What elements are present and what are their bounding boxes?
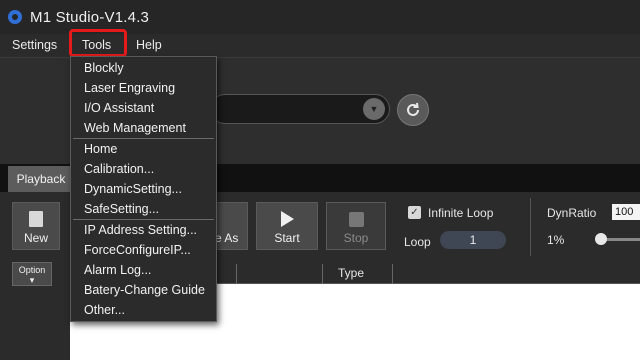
- option-label: Option: [18, 265, 46, 275]
- chevron-down-icon[interactable]: ▼: [363, 98, 385, 120]
- app-logo-icon: [8, 10, 22, 24]
- menu-item-alarm-log[interactable]: Alarm Log...: [84, 263, 151, 277]
- play-icon: [280, 211, 294, 227]
- loop-label: Loop: [404, 235, 431, 249]
- column-separator: [392, 264, 393, 284]
- infinite-loop-label: Infinite Loop: [428, 206, 494, 220]
- new-button-label: New: [23, 231, 48, 245]
- dyn-ratio-field[interactable]: 100: [612, 204, 640, 220]
- menu-separator: [73, 138, 214, 139]
- column-separator: [236, 264, 237, 284]
- menu-item-web-management[interactable]: Web Management: [84, 121, 186, 135]
- new-file-icon: [29, 211, 43, 227]
- menu-item-other[interactable]: Other...: [84, 303, 125, 317]
- refresh-button[interactable]: [397, 94, 429, 126]
- column-separator: [322, 264, 323, 284]
- menu-item-blockly[interactable]: Blockly: [84, 61, 124, 75]
- window-title: M1 Studio-V1.4.3: [30, 8, 150, 26]
- menu-item-dynamic-setting[interactable]: DynamicSetting...: [84, 182, 182, 196]
- refresh-icon: [407, 102, 419, 116]
- infinite-loop-checkbox[interactable]: ✓: [408, 206, 421, 219]
- dyn-ratio-slider-thumb[interactable]: [595, 233, 607, 245]
- menu-separator: [73, 219, 214, 220]
- save-as-label: e As: [215, 231, 239, 245]
- menu-help[interactable]: Help: [136, 38, 162, 52]
- start-button[interactable]: Start: [256, 202, 318, 250]
- menu-item-home[interactable]: Home: [84, 142, 117, 156]
- menu-settings[interactable]: Settings: [12, 38, 57, 52]
- option-button[interactable]: Option ▾: [12, 262, 52, 286]
- save-as-button[interactable]: e As: [212, 202, 248, 250]
- loop-count-field[interactable]: 1: [440, 231, 506, 249]
- menu-item-io-assistant[interactable]: I/O Assistant: [84, 101, 154, 115]
- tools-menu-highlight: [69, 29, 127, 57]
- left-sidebar: [0, 286, 70, 360]
- dyn-ratio-min-label: 1%: [547, 233, 565, 247]
- stop-icon: [348, 212, 364, 227]
- menu-item-ip-address-setting[interactable]: IP Address Setting...: [84, 223, 197, 237]
- menu-item-laser-engraving[interactable]: Laser Engraving: [84, 81, 175, 95]
- chevron-down-icon: ▾: [29, 275, 35, 285]
- tab-playback[interactable]: Playback: [8, 166, 74, 192]
- menu-item-force-configure-ip[interactable]: ForceConfigureIP...: [84, 243, 191, 257]
- menu-item-battery-change-guide[interactable]: Batery-Change Guide: [84, 283, 205, 297]
- tools-dropdown-menu: Blockly Laser Engraving I/O Assistant We…: [70, 56, 217, 322]
- column-header-type[interactable]: Type: [338, 266, 364, 280]
- dyn-ratio-label: DynRatio: [547, 206, 597, 220]
- port-select[interactable]: ▼: [210, 94, 390, 124]
- menu-item-calibration[interactable]: Calibration...: [84, 162, 154, 176]
- stop-button-label: Stop: [343, 231, 369, 245]
- divider: [530, 198, 531, 256]
- start-button-label: Start: [274, 231, 300, 245]
- stop-button[interactable]: Stop: [326, 202, 386, 250]
- menu-item-safe-setting[interactable]: SafeSetting...: [84, 202, 159, 216]
- new-button[interactable]: New: [12, 202, 60, 250]
